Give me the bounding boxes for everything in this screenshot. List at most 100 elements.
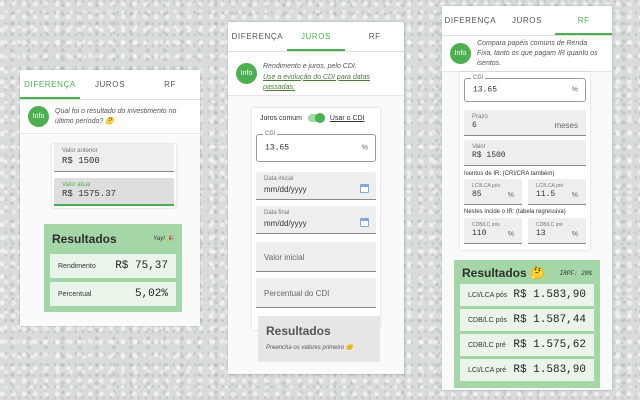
result-row-percentual: Percentual 5,02% — [50, 282, 176, 306]
valor-atual-value: R$ 1575.37 — [62, 189, 117, 199]
cdb-pre-label: CDB/LC pré — [536, 222, 563, 228]
tab-rf[interactable]: RF — [345, 22, 404, 51]
panel-rf: DIFERENÇA JUROS RF Info Compara papéis c… — [442, 6, 612, 390]
diff-card: Valor anterior R$ 1500 Valor atual R$ 15… — [52, 144, 176, 208]
results-card: Resultados Preencha os valores primeiro … — [258, 316, 380, 362]
cdi-field[interactable]: CDI 13.65 % — [256, 131, 376, 162]
data-final-value: mm/dd/yyyy — [264, 219, 307, 228]
valor-label: Valor — [472, 144, 486, 150]
cdi-field[interactable]: CDI 13.65 % — [464, 75, 586, 102]
valor-anterior-value: R$ 1500 — [62, 156, 100, 166]
calendar-icon[interactable] — [360, 218, 369, 227]
cdi-label: CDI — [471, 75, 486, 81]
result-value: R$ 1.583,90 — [513, 289, 586, 301]
cdb-pre-field[interactable]: CDB/LC pré 13 % — [528, 218, 586, 244]
lci-pre-label: LCI/LCA pré — [536, 183, 564, 189]
result-row-rendimento: Rendimento R$ 75,37 — [50, 254, 176, 278]
juros-card: Juros comum Usar o CDI CDI 13.65 % Data … — [252, 108, 380, 330]
tab-diferenca[interactable]: DIFERENÇA — [20, 70, 80, 99]
result-label: Rendimento — [58, 262, 96, 270]
result-label: LCI/LCA pós — [468, 291, 508, 299]
cdi-suffix: % — [361, 144, 368, 152]
isentos-label: Isentos de IR: (CRI/CRA também) — [464, 171, 555, 177]
irpf-badge: IRPF: 20% — [559, 270, 592, 277]
tab-diferenca[interactable]: DIFERENÇA — [442, 6, 499, 35]
valor-field[interactable]: Valor R$ 1500 — [464, 140, 586, 166]
info-banner: Info Compara papéis comuns de Renda Fixa… — [442, 36, 612, 72]
lci-pos-value: 85 — [472, 190, 482, 199]
result-row-lci-pos: LCI/LCA pós R$ 1.583,90 — [460, 284, 594, 306]
cdi-history-link[interactable]: Use a evolução do CDI para datas passada… — [263, 73, 396, 93]
info-icon: Info — [28, 106, 49, 127]
results-title: Resultados — [266, 324, 331, 338]
panel-diferenca: DIFERENÇA JUROS RF Info Qual foi o resul… — [20, 70, 200, 326]
data-final-label: Data final — [264, 210, 290, 216]
result-label: Percentual — [58, 290, 92, 298]
lci-pre-field[interactable]: LCI/LCA pré 11.5 % — [528, 179, 586, 205]
cdi-value: 13.65 — [473, 85, 498, 95]
info-icon: Info — [236, 63, 257, 84]
cdi-value: 13.65 — [265, 143, 290, 153]
result-value: R$ 75,37 — [115, 260, 168, 272]
valor-inicial-field[interactable]: Valor inicial — [256, 242, 376, 272]
lci-pos-field[interactable]: LCI/LCA pós 85 % — [464, 179, 522, 205]
results-card: Resultados 🤔 IRPF: 20% LCI/LCA pós R$ 1.… — [454, 260, 600, 388]
info-text: Rendimento e juros, pelo CDI. — [263, 62, 357, 70]
lci-pre-value: 11.5 — [536, 190, 556, 199]
pct-suffix: % — [507, 231, 514, 238]
info-text: Qual foi o resultado do investimento no … — [55, 107, 177, 125]
nestes-label: Nestes incide o IR: (tabela regressiva) — [464, 209, 566, 215]
tab-bar: DIFERENÇA JUROS RF — [20, 70, 200, 100]
info-icon: Info — [450, 43, 471, 64]
result-label: LCI/LCA pré — [468, 366, 507, 374]
pct-suffix: % — [571, 192, 578, 199]
valor-atual-field[interactable]: Valor atual R$ 1575.37 — [54, 178, 174, 206]
result-value: R$ 1.587,44 — [513, 314, 586, 326]
result-row-cdb-pos: CDB/LC pós R$ 1.587,44 — [460, 309, 594, 331]
cdi-label: CDI — [263, 131, 278, 137]
cdi-suffix: % — [571, 86, 578, 94]
tab-juros[interactable]: JUROS — [80, 70, 140, 99]
pct-suffix: % — [571, 231, 578, 238]
result-label: CDB/LC pré — [468, 341, 506, 349]
result-value: 5,02% — [134, 288, 168, 300]
cdb-pos-field[interactable]: CDB/LC pós 110 % — [464, 218, 522, 244]
cdb-pos-label: CDB/LC pós — [472, 222, 500, 228]
valor-inicial-label: Valor inicial — [264, 253, 305, 262]
data-inicial-value: mm/dd/yyyy — [264, 185, 307, 194]
percentual-cdi-field[interactable]: Percentual do CDI — [256, 278, 376, 308]
result-value: R$ 1.575,62 — [513, 339, 586, 351]
tab-juros[interactable]: JUROS — [499, 6, 556, 35]
toggle-left-label: Juros comum — [260, 114, 303, 122]
results-title: Resultados — [52, 232, 117, 246]
result-label: CDB/LC pós — [468, 316, 507, 324]
data-inicial-field[interactable]: Data inicial mm/dd/yyyy — [256, 172, 376, 200]
prazo-field[interactable]: Prazo 6 meses — [464, 110, 586, 136]
tab-rf[interactable]: RF — [140, 70, 200, 99]
results-card: Resultados Yay! 🎉 Rendimento R$ 75,37 Pe… — [44, 224, 182, 312]
toggle-row: Juros comum Usar o CDI — [260, 113, 365, 123]
data-inicial-label: Data inicial — [264, 176, 294, 182]
rf-card: CDI 13.65 % Prazo 6 meses Valor R$ 1500 … — [460, 72, 590, 250]
valor-value: R$ 1500 — [472, 151, 506, 160]
panel-juros: DIFERENÇA JUROS RF Info Rendimento e jur… — [228, 22, 404, 374]
result-value: R$ 1.583,90 — [513, 364, 586, 376]
results-badge: Yay! 🎉 — [153, 236, 174, 242]
percentual-cdi-label: Percentual do CDI — [264, 289, 330, 298]
valor-anterior-field[interactable]: Valor anterior R$ 1500 — [54, 144, 174, 172]
result-row-lci-pre: LCI/LCA pré R$ 1.583,90 — [460, 359, 594, 381]
prazo-label: Prazo — [472, 114, 488, 120]
cdb-pre-value: 13 — [536, 229, 546, 238]
valor-anterior-label: Valor anterior — [62, 148, 98, 154]
info-banner: Info Rendimento e juros, pelo CDI. Use a… — [228, 52, 404, 96]
tab-rf[interactable]: RF — [555, 6, 612, 35]
toggle-right-label: Usar o CDI — [329, 114, 365, 122]
valor-atual-label: Valor atual — [62, 182, 91, 188]
calendar-icon[interactable] — [360, 184, 369, 193]
data-final-field[interactable]: Data final mm/dd/yyyy — [256, 206, 376, 234]
cdi-toggle[interactable] — [307, 113, 325, 123]
tab-diferenca[interactable]: DIFERENÇA — [228, 22, 287, 51]
tab-juros[interactable]: JUROS — [286, 22, 346, 51]
result-row-cdb-pre: CDB/LC pré R$ 1.575,62 — [460, 334, 594, 356]
tab-bar: DIFERENÇA JUROS RF — [442, 6, 612, 36]
